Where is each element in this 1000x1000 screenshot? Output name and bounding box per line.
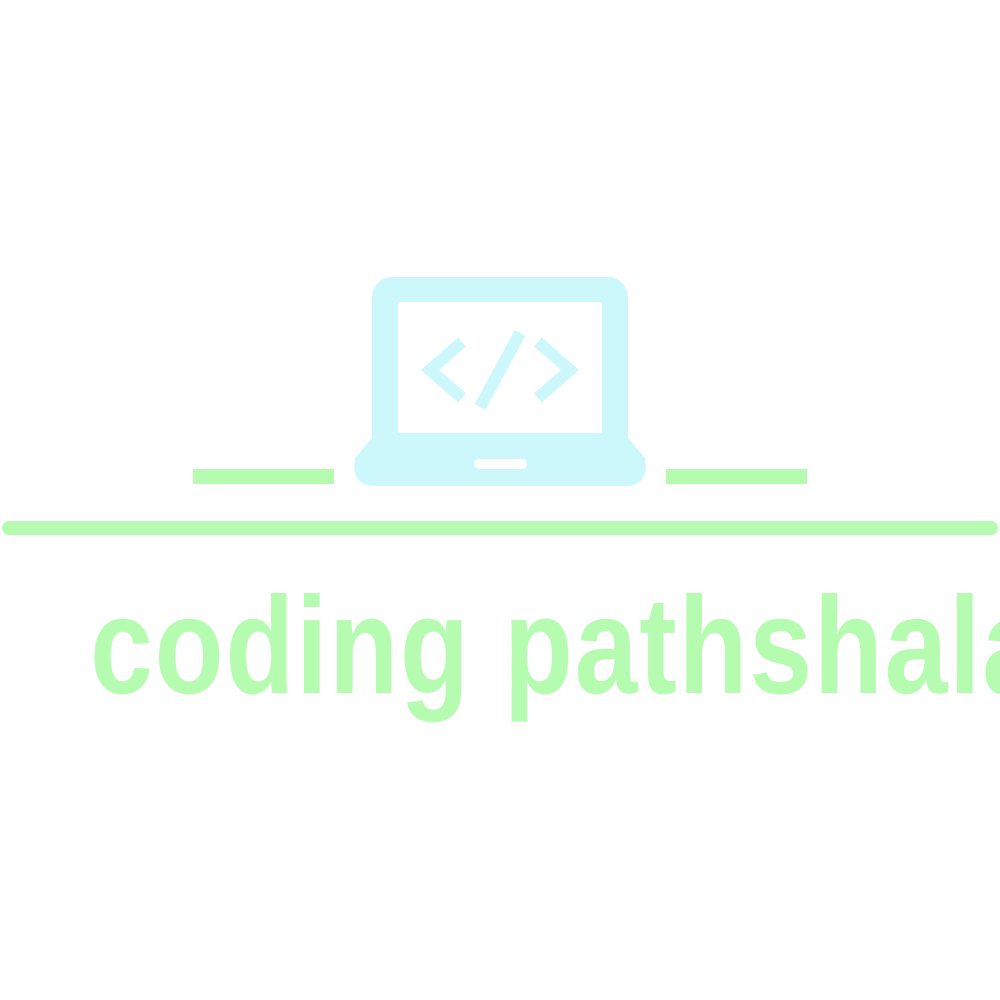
- right-accent-line: [666, 469, 807, 484]
- left-accent-line: [193, 469, 334, 484]
- laptop-notch-icon: [474, 459, 527, 469]
- brand-logo: coding pathshala: [0, 0, 1000, 1000]
- brand-name: coding pathshala: [90, 569, 1000, 723]
- divider-line: [2, 521, 998, 535]
- laptop-code-icon: [354, 277, 646, 486]
- logo-graphic: [2, 277, 998, 535]
